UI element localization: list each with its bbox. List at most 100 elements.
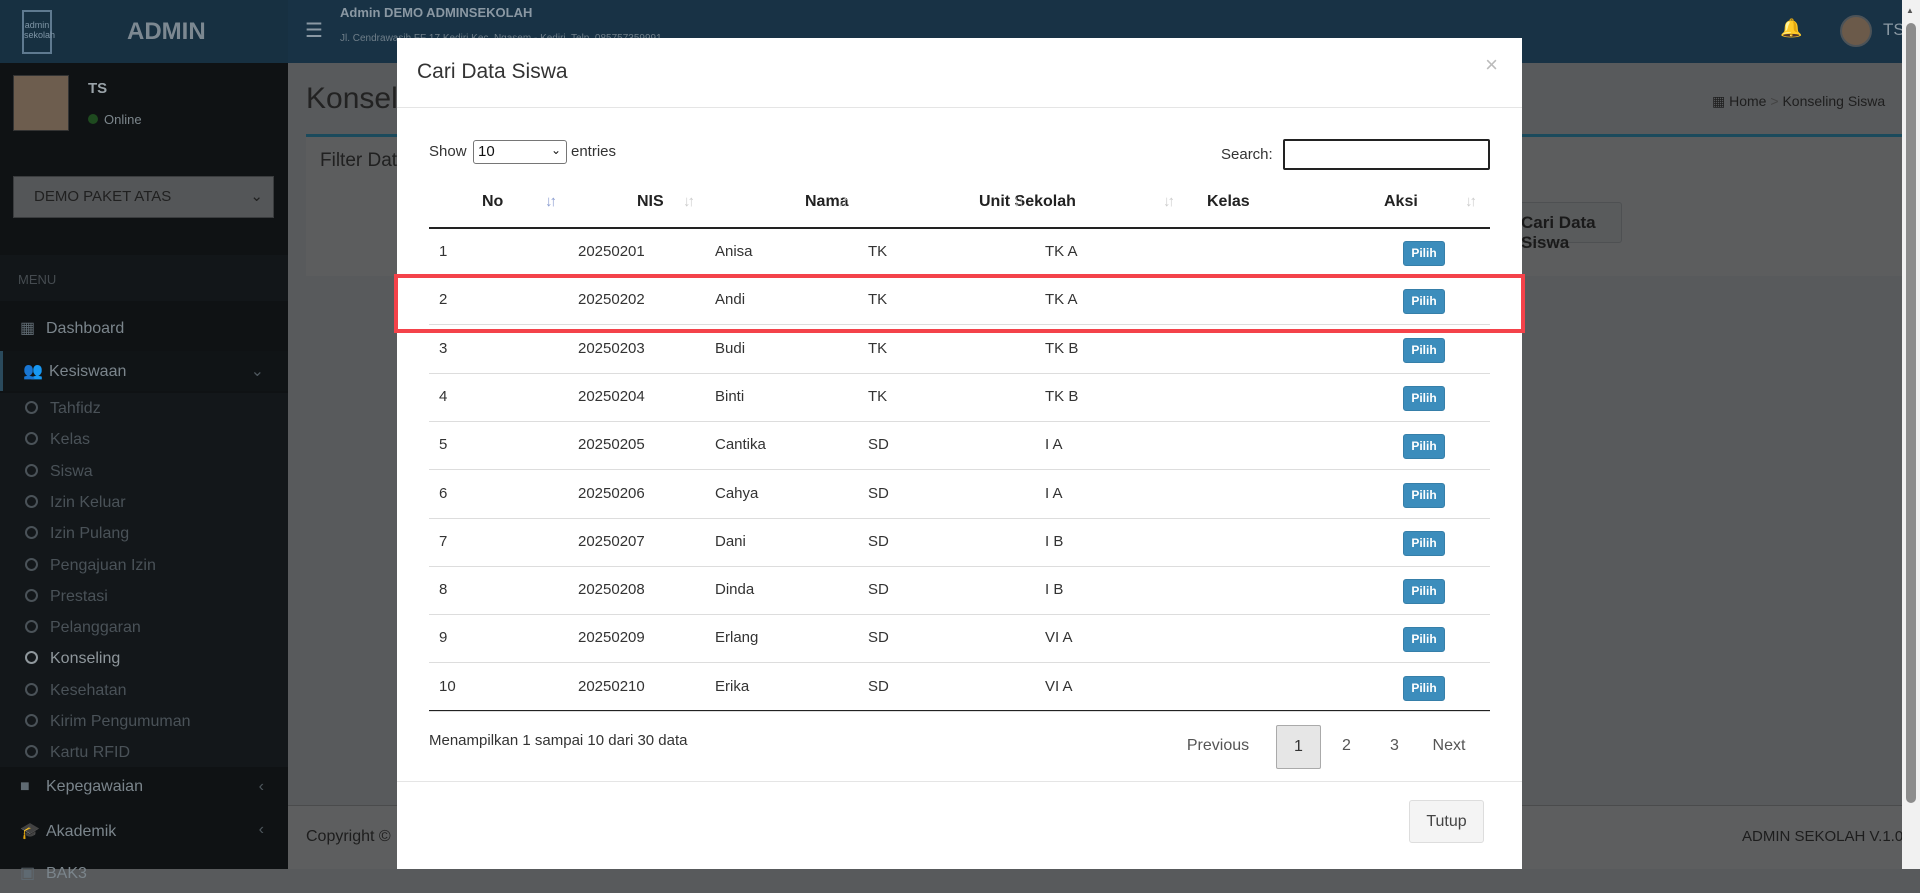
sidebar-subitem-izin-keluar[interactable]: Izin Keluar [25,494,126,512]
circle-icon [25,620,38,634]
page-3-button[interactable]: 3 [1372,725,1417,769]
pilih-button[interactable]: Pilih [1403,579,1445,605]
cell-unit-sekolah: TK [868,243,888,260]
copyright: Copyright © [306,828,391,845]
sort-icon[interactable]: ↓↑ [1465,193,1477,210]
sidebar-subitem-label: Prestasi [50,587,108,605]
cell-nis: 20250203 [578,339,645,357]
pilih-button[interactable]: Pilih [1403,482,1445,508]
sort-icon[interactable]: ↓↑ [1163,193,1175,210]
sidebar-subitem-konseling[interactable]: Konseling [25,650,120,668]
brand-name: ADMIN [127,17,206,45]
circle-icon [25,745,38,759]
close-icon[interactable]: × [1485,52,1498,78]
previous-button[interactable]: Previous [1173,725,1263,769]
sort-icon[interactable]: ↓↑ [1013,193,1025,210]
bars-icon[interactable]: ☰ [305,18,323,43]
sidebar-subitem-kesehatan[interactable]: Kesehatan [25,682,127,700]
grid-icon: ▦ [1712,93,1730,109]
pilih-button[interactable]: Pilih [1403,337,1445,363]
circle-icon [25,682,38,696]
sidebar-subitem-pelanggaran[interactable]: Pelanggaran [25,619,141,637]
sidebar-item-dashboard[interactable]: ▦ Dashboard [0,308,288,348]
page-1-button[interactable]: 1 [1276,725,1321,769]
circle-icon [25,588,38,602]
table-row: 5 20250205 Cantika SD I A Pilih [429,422,1490,471]
sidebar-item-kepegawaian[interactable]: ■ Kepegawaian ‹ [0,768,288,808]
column-header-unit-sekolah[interactable]: Unit Sekolah [979,193,1076,211]
pilih-button[interactable]: Pilih [1403,675,1445,701]
search-label: Search: [1221,146,1273,163]
cell-kelas: VI A [1045,677,1073,695]
sidebar-subitem-label: Konseling [50,650,121,668]
chevron-left-icon: ‹ [258,778,264,795]
version: ADMIN SEKOLAH V.1.0 [1742,828,1904,845]
sidebar-subitem-kartu-rfid[interactable]: Kartu RFID [25,744,130,762]
circle-icon [25,432,38,446]
table-row: 4 20250204 Binti TK TK B Pilih [429,374,1490,422]
sidebar-subitem-kirim-pengumuman[interactable]: Kirim Pengumuman [25,713,191,731]
cell-no: 7 [439,532,448,550]
sidebar-item-bak3[interactable]: ▣ BAK3 [0,853,288,893]
column-header-nis[interactable]: NIS [637,193,664,211]
column-header-kelas[interactable]: Kelas [1207,193,1250,211]
pilih-button[interactable]: Pilih [1403,434,1445,460]
sidebar-item-label: BAK3 [46,865,87,882]
chevron-down-icon: ⌄ [250,363,264,380]
table-bottom-border [429,710,1490,711]
cell-nama: Erlang [715,629,759,647]
sidebar-subitem-siswa[interactable]: Siswa [25,463,93,481]
sidebar-subitem-label: Siswa [50,462,93,480]
graduation-cap-icon: 🎓 [20,823,40,840]
sort-icon[interactable]: ↓↑ [683,193,695,210]
breadcrumb-home[interactable]: Home [1729,93,1766,109]
sidebar-subitem-prestasi[interactable]: Prestasi [25,588,108,606]
column-header-aksi[interactable]: Aksi [1384,193,1418,211]
logo[interactable]: admin sekolah ADMIN [0,0,288,63]
scrollbar[interactable]: ▲ [1902,0,1920,869]
users-icon: 👥 [23,363,43,380]
circle-icon [25,714,38,727]
cell-unit-sekolah: SD [868,484,889,502]
sidebar-item-kesiswaan[interactable]: 👥 Kesiswaan ⌄ [0,351,288,391]
search-input[interactable] [1283,139,1490,170]
cell-kelas: I A [1045,436,1063,454]
breadcrumb-separator: > [1766,93,1783,109]
sort-asc-icon[interactable]: ↓↑ [545,193,557,210]
sidebar-subitem-izin-pulang[interactable]: Izin Pulang [25,525,129,543]
cell-nama: Cahya [715,484,759,502]
cell-kelas: I B [1045,581,1064,599]
package-select[interactable]: DEMO PAKET ATAS ⌄ [13,176,274,218]
logo-mark: admin sekolah [22,9,55,54]
pilih-button[interactable]: Pilih [1403,627,1445,653]
chevron-left-icon: ‹ [258,821,264,838]
sort-icon[interactable]: ↓↑ [837,193,849,210]
pilih-button[interactable]: Pilih [1403,530,1445,556]
pilih-button[interactable]: Pilih [1403,385,1445,411]
entries-select[interactable]: 10 ⌄ [473,140,567,164]
sidebar-subitem-kelas[interactable]: Kelas [25,431,90,449]
tutup-button[interactable]: Tutup [1409,800,1484,843]
scroll-up-icon[interactable]: ▲ [1906,6,1914,15]
bell-icon[interactable]: 🔔 [1780,18,1802,39]
sidebar-subitem-tahfidz[interactable]: Tahfidz [25,400,101,418]
sidebar-subitem-label: Pengajuan Izin [50,556,156,574]
cell-nama: Dinda [715,581,755,599]
next-button[interactable]: Next [1419,725,1479,769]
pilih-button[interactable]: Pilih [1403,241,1445,266]
page-2-button[interactable]: 2 [1324,725,1369,769]
cell-no: 10 [439,677,456,695]
sidebar-subitem-pengajuan-izin[interactable]: Pengajuan Izin [25,557,156,575]
scrollbar-thumb[interactable] [1906,23,1916,803]
sidebar-item-akademik[interactable]: 🎓 Akademik ‹ [0,811,288,851]
cell-no: 3 [439,339,448,357]
cell-kelas: I B [1045,532,1064,550]
cell-unit-sekolah: SD [868,532,889,550]
column-header-no[interactable]: No [482,193,503,211]
avatar[interactable] [1840,15,1872,47]
entries-label: entries [571,143,617,160]
dashboard-icon: ▦ [20,320,36,337]
modal-title: Cari Data Siswa [417,60,568,83]
show-label: Show [429,143,467,160]
cell-nis: 20250206 [578,484,645,502]
